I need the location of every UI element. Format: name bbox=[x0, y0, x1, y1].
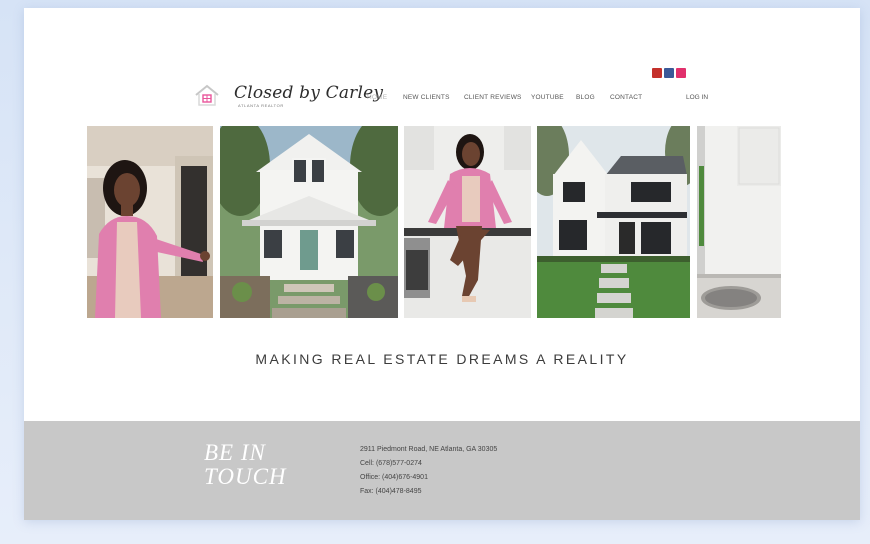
gallery-photo-kitchen[interactable] bbox=[697, 126, 781, 318]
house-icon bbox=[195, 84, 219, 106]
contact-address: 2911 Piedmont Road, NE Atlanta, GA 30305 bbox=[360, 446, 498, 453]
contact-info: 2911 Piedmont Road, NE Atlanta, GA 30305… bbox=[360, 443, 497, 499]
contact-fax: Fax: (404)478-8495 bbox=[360, 488, 422, 495]
site-logo[interactable]: Closed by Carley ATLANTA REALTOR bbox=[190, 81, 383, 111]
instagram-icon[interactable] bbox=[676, 68, 686, 78]
facebook-icon[interactable] bbox=[664, 68, 674, 78]
footer-heading-line1: BE IN bbox=[204, 440, 266, 465]
gallery-photo-white-farmhouse[interactable] bbox=[220, 126, 398, 318]
gallery-next-arrow-icon[interactable] bbox=[811, 326, 825, 350]
gallery-photo-modern-house[interactable] bbox=[537, 126, 690, 318]
social-links bbox=[652, 68, 686, 78]
website-page: Closed by Carley ATLANTA REALTOR HOME NE… bbox=[24, 8, 860, 520]
gallery-photo-agent-kitchen[interactable] bbox=[404, 126, 531, 318]
footer-heading: BE IN TOUCH bbox=[204, 441, 287, 489]
footer-heading-line2: TOUCH bbox=[204, 464, 287, 489]
nav-item-home[interactable]: HOME bbox=[367, 94, 387, 101]
contact-office[interactable]: Office: (404)676-4901 bbox=[360, 471, 497, 485]
nav-item-client-reviews[interactable]: CLIENT REVIEWS bbox=[464, 94, 522, 101]
logo-subtitle: ATLANTA REALTOR bbox=[238, 103, 284, 108]
photo-gallery bbox=[87, 126, 824, 348]
footer: BE IN TOUCH 2911 Piedmont Road, NE Atlan… bbox=[24, 421, 860, 520]
gallery-photo-agent-standing[interactable] bbox=[87, 126, 213, 318]
login-link[interactable]: LOG IN bbox=[686, 94, 708, 101]
nav-item-contact[interactable]: CONTACT bbox=[610, 94, 642, 101]
nav-item-youtube[interactable]: YOUTUBE bbox=[531, 94, 564, 101]
contact-cell[interactable]: Cell: (678)577-0274 bbox=[360, 457, 497, 471]
nav-item-new-clients[interactable]: NEW CLIENTS bbox=[403, 94, 450, 101]
youtube-icon[interactable] bbox=[652, 68, 662, 78]
nav-item-blog[interactable]: BLOG bbox=[576, 94, 595, 101]
hero-tagline: MAKING REAL ESTATE DREAMS A REALITY bbox=[255, 351, 629, 367]
logo-script-text: Closed by Carley bbox=[234, 83, 384, 103]
